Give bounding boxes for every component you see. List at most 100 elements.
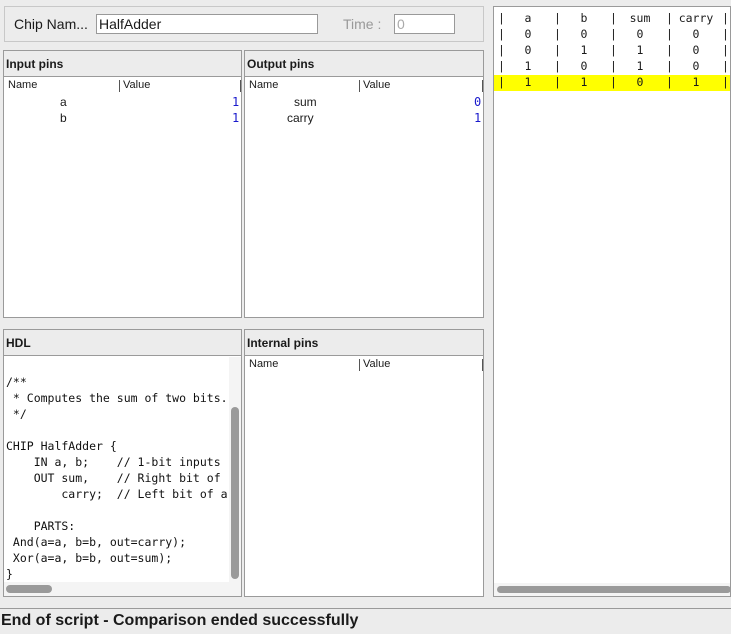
compare-separator: | — [722, 11, 729, 25]
output-pins-title: Output pins — [245, 51, 483, 77]
compare-cell: 0 — [580, 59, 588, 73]
compare-separator: | — [554, 59, 561, 73]
hdl-line: Xor(a=a, b=b, out=sum); — [6, 551, 173, 565]
compare-header-b: b — [580, 11, 588, 25]
compare-row[interactable]: | | | | | 1 0 1 0 — [494, 59, 730, 75]
compare-separator: | — [498, 11, 505, 25]
compare-separator: | — [610, 75, 617, 89]
hdl-line: And(a=a, b=b, out=carry); — [6, 535, 187, 549]
input-pin-name: b — [60, 111, 67, 125]
compare-header-carry: carry — [678, 11, 714, 25]
compare-header-row: | a | b | sum | carry | — [494, 11, 730, 27]
hdl-horizontal-scrollbar[interactable] — [4, 582, 241, 596]
compare-separator: | — [666, 27, 673, 41]
internal-pins-header: Name Value — [245, 358, 483, 374]
column-divider[interactable] — [359, 80, 360, 92]
compare-separator: | — [554, 75, 561, 89]
hdl-line: CHIP HalfAdder { — [6, 439, 117, 453]
hdl-line: OUT sum, // Right bit of — [6, 471, 221, 485]
compare-cell: 0 — [636, 75, 644, 89]
status-message: End of script - Comparison ended success… — [1, 612, 359, 629]
time-label: Time : — [343, 16, 382, 32]
compare-cell: 0 — [692, 59, 700, 73]
compare-horizontal-scrollbar[interactable] — [494, 583, 730, 596]
internal-pins-col-name: Name — [249, 358, 279, 370]
compare-cell: 0 — [524, 43, 532, 57]
compare-header-a: a — [524, 11, 532, 25]
chip-name-label: Chip Nam... — [14, 16, 88, 32]
compare-cell: 0 — [692, 43, 700, 57]
compare-separator: | — [722, 59, 729, 73]
compare-row[interactable]: | | | | | 1 1 0 1 — [494, 75, 730, 91]
compare-cell: 1 — [524, 75, 532, 89]
compare-separator: | — [722, 43, 729, 57]
input-pins-title: Input pins — [4, 51, 241, 77]
output-pins-header: Name Value — [245, 79, 483, 95]
compare-panel: | a | b | sum | carry | | | | | | 0 0 0 0 | | | | | 0 1… — [493, 6, 731, 597]
compare-separator: | — [610, 59, 617, 73]
compare-separator: | — [666, 75, 673, 89]
compare-row[interactable]: | | | | | 0 1 1 0 — [494, 43, 730, 59]
hdl-line: carry; // Left bit of a — [6, 487, 228, 501]
compare-cell: 0 — [580, 27, 588, 41]
compare-cell: 1 — [636, 43, 644, 57]
column-divider[interactable] — [482, 359, 483, 371]
hdl-line: IN a, b; // 1-bit inputs — [6, 455, 221, 469]
hdl-vertical-scrollbar[interactable] — [229, 357, 241, 582]
compare-separator: | — [554, 27, 561, 41]
compare-separator: | — [666, 59, 673, 73]
hdl-code[interactable]: /** * Computes the sum of two bits. */ C… — [4, 357, 228, 582]
compare-separator: | — [554, 43, 561, 57]
time-field[interactable]: 0 — [394, 14, 455, 34]
hdl-line: * Computes the sum of two bits. — [6, 391, 228, 405]
internal-pins-panel: Internal pins Name Value — [244, 329, 484, 597]
hdl-horizontal-scroll-thumb[interactable] — [6, 585, 52, 593]
output-pins-panel: Output pins Name Value sum 0 carry 1 — [244, 50, 484, 318]
input-pins-panel: Input pins Name Value a 1 b 1 — [3, 50, 242, 318]
compare-separator: | — [610, 43, 617, 57]
chip-name-field[interactable]: HalfAdder — [96, 14, 318, 34]
input-pin-value[interactable]: 1 — [232, 111, 239, 125]
input-pins-col-name: Name — [8, 79, 38, 91]
output-pins-col-name: Name — [249, 79, 279, 91]
compare-cell: 1 — [692, 75, 700, 89]
hdl-title: HDL — [4, 330, 241, 356]
status-bar: End of script - Comparison ended success… — [0, 608, 731, 634]
compare-horizontal-scroll-thumb[interactable] — [497, 586, 730, 593]
compare-separator: | — [722, 75, 729, 89]
compare-separator: | — [666, 11, 673, 25]
column-divider[interactable] — [359, 359, 360, 371]
hdl-line: PARTS: — [6, 519, 76, 533]
chip-name-value: HalfAdder — [99, 16, 162, 32]
input-pins-header: Name Value — [4, 79, 241, 95]
compare-cell: 1 — [636, 59, 644, 73]
compare-header-sum: sum — [629, 11, 651, 25]
hdl-line: } — [6, 567, 13, 581]
compare-cell: 1 — [524, 59, 532, 73]
compare-separator: | — [498, 59, 505, 73]
hdl-vertical-scroll-thumb[interactable] — [231, 407, 239, 579]
input-pin-name: a — [60, 95, 67, 109]
compare-row[interactable]: | | | | | 0 0 0 0 — [494, 27, 730, 43]
output-pin-value: 1 — [474, 111, 482, 125]
compare-separator: | — [554, 11, 561, 25]
compare-separator: | — [498, 27, 505, 41]
compare-separator: | — [610, 11, 617, 25]
compare-cell: 0 — [524, 27, 532, 41]
column-divider[interactable] — [482, 80, 483, 92]
output-pin-value: 0 — [474, 95, 482, 109]
input-pins-col-value: Value — [123, 79, 151, 91]
compare-separator: | — [722, 27, 729, 41]
internal-pins-col-value: Value — [363, 358, 391, 370]
compare-separator: | — [498, 43, 505, 57]
column-divider[interactable] — [119, 80, 120, 92]
compare-cell: 0 — [692, 27, 700, 41]
compare-cell: 0 — [636, 27, 644, 41]
compare-separator: | — [610, 27, 617, 41]
internal-pins-title: Internal pins — [245, 330, 483, 356]
input-pin-value[interactable]: 1 — [232, 95, 239, 109]
hdl-panel: HDL /** * Computes the sum of two bits. … — [3, 329, 242, 597]
time-value: 0 — [397, 16, 405, 32]
hdl-line: */ — [6, 407, 27, 421]
column-divider[interactable] — [240, 80, 241, 92]
